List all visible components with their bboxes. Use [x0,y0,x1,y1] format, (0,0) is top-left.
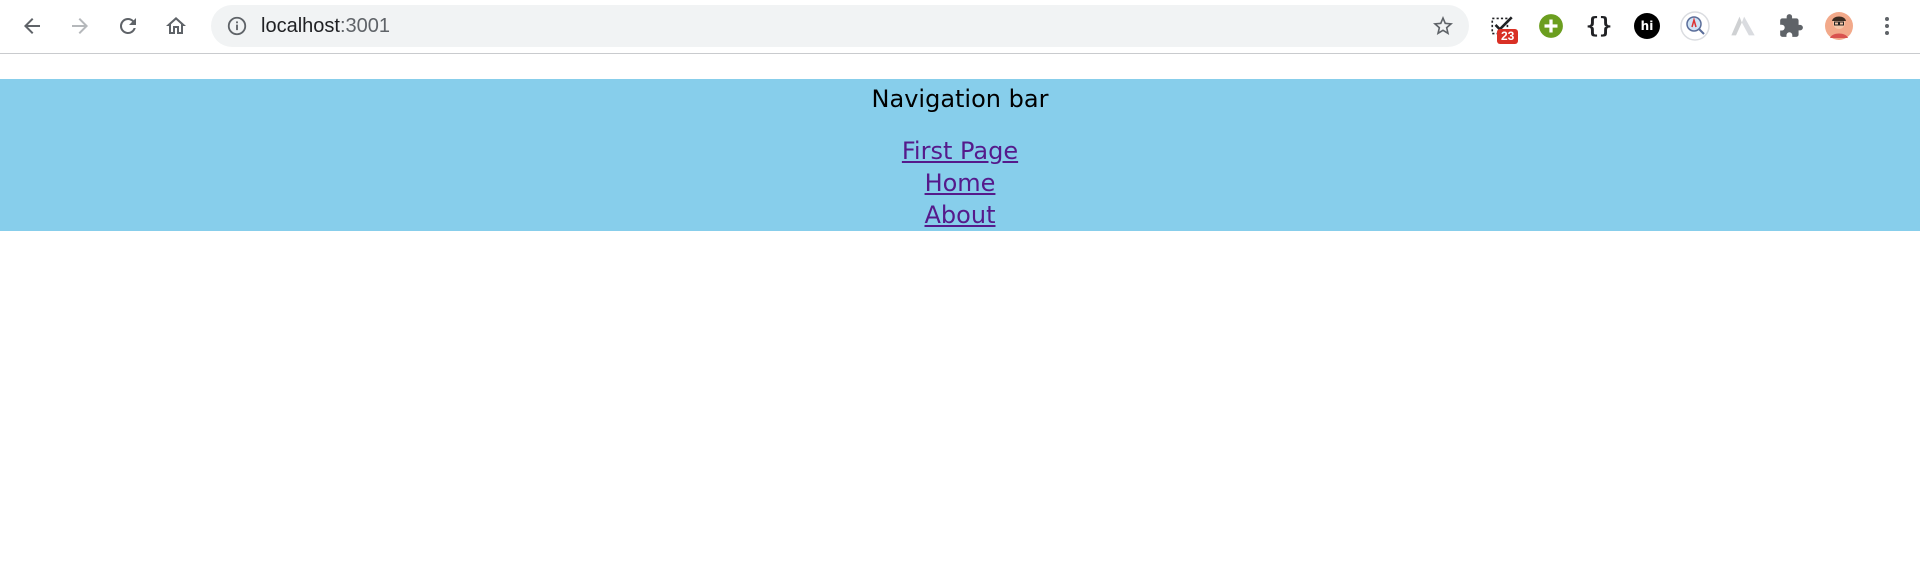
bookmark-star-icon[interactable] [1431,14,1455,38]
menu-dots-icon[interactable] [1872,11,1902,41]
nav-link-first-page[interactable]: First Page [902,135,1018,167]
search-lens-icon[interactable] [1680,11,1710,41]
address-bar[interactable]: localhost:3001 [211,5,1469,47]
extension-badge: 23 [1497,29,1519,44]
navigation-bar: Navigation bar First Page Home About [0,79,1920,231]
nav-link-home[interactable]: Home [925,167,996,199]
address-url[interactable]: localhost:3001 [261,5,390,47]
profile-avatar[interactable] [1824,11,1854,41]
address-host: localhost [261,15,340,37]
site-info-icon[interactable] [225,14,249,38]
address-port: :3001 [339,15,390,37]
gray-triangle-icon[interactable] [1728,11,1758,41]
green-plus-icon[interactable] [1536,11,1566,41]
extensions-puzzle-icon[interactable] [1776,11,1806,41]
back-button[interactable] [15,9,49,43]
hi-icon[interactable]: hi [1632,11,1662,41]
reload-button[interactable] [111,9,145,43]
nav-links: First Page Home About [0,135,1920,231]
forward-icon [72,18,88,34]
forward-button[interactable] [63,9,97,43]
json-braces-label: {} [1585,13,1613,39]
home-button[interactable] [159,9,193,43]
nav-link-about[interactable]: About [925,199,996,231]
browser-toolbar: localhost:3001 23 {} hi [0,0,1920,54]
nav-title: Navigation bar [871,85,1049,113]
json-braces-icon[interactable]: {} [1584,11,1614,41]
home-icon [166,17,186,34]
hi-label: hi [1634,13,1660,39]
reload-icon [119,17,136,34]
back-icon [24,18,40,34]
